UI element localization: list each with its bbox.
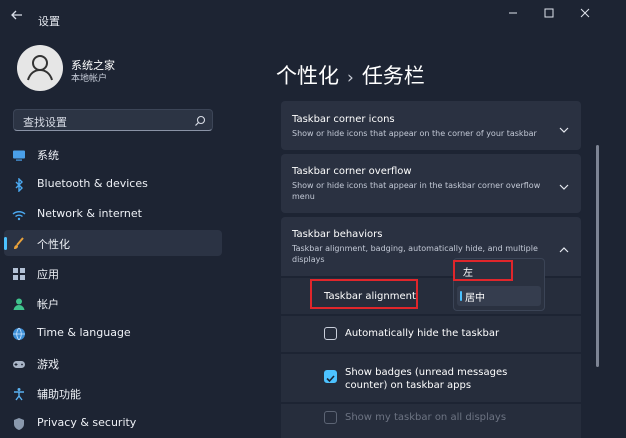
sidebar-item-label: Privacy & security — [37, 416, 137, 429]
auto-hide-checkbox[interactable] — [324, 327, 337, 340]
search-icon — [193, 113, 207, 127]
breadcrumb: 个性化 › 任务栏 — [276, 60, 425, 90]
dropdown-option-label: 居中 — [465, 293, 485, 304]
badges-checkbox[interactable] — [324, 370, 337, 383]
shield-icon — [12, 416, 26, 430]
avatar[interactable] — [17, 45, 63, 91]
badges-label: Show badges (unread messages counter) on… — [345, 367, 508, 391]
breadcrumb-parent[interactable]: 个性化 — [276, 64, 339, 88]
sidebar-item-time-language[interactable]: Time & language — [4, 320, 222, 346]
search-placeholder: 查找设置 — [23, 116, 67, 129]
brush-icon — [12, 236, 26, 250]
chevron-up-icon — [558, 241, 570, 253]
sidebar-item-gaming[interactable]: 游戏 — [4, 350, 222, 376]
title-bar: 设置 — [0, 0, 626, 38]
sidebar-item-network[interactable]: Network & internet — [4, 201, 222, 227]
section-title: Taskbar corner overflow — [292, 166, 412, 177]
sidebar-item-label: 帐户 — [37, 298, 59, 311]
gamepad-icon — [12, 356, 26, 370]
section-taskbar-corner-overflow[interactable]: Taskbar corner overflow Show or hide ico… — [281, 154, 581, 213]
selection-indicator — [4, 237, 7, 250]
breadcrumb-separator: › — [347, 68, 354, 88]
sidebar-item-label: Bluetooth & devices — [37, 177, 148, 190]
wifi-icon — [12, 207, 26, 221]
highlight-box-left-option — [453, 260, 513, 281]
app-title: 设置 — [38, 15, 60, 28]
checkmark-icon — [326, 375, 335, 383]
auto-hide-label: Automatically hide the taskbar — [345, 328, 500, 339]
section-description: Show or hide icons that appear in the ta… — [292, 181, 541, 201]
apps-icon — [12, 266, 26, 280]
sidebar-item-label: 辅助功能 — [37, 388, 81, 401]
maximize-button[interactable] — [536, 6, 562, 26]
dropdown-option-center[interactable]: 居中 — [457, 286, 541, 306]
sidebar-item-label: 游戏 — [37, 358, 59, 371]
sidebar-item-privacy[interactable]: Privacy & security — [4, 410, 222, 436]
all-displays-label: Show my taskbar on all displays — [345, 412, 507, 423]
section-description: Show or hide icons that appear on the co… — [292, 129, 537, 138]
sidebar-item-accounts[interactable]: 帐户 — [4, 290, 222, 316]
bluetooth-icon — [12, 177, 26, 193]
selected-indicator — [460, 291, 462, 301]
sidebar-item-accessibility[interactable]: 辅助功能 — [4, 380, 222, 406]
highlight-box-alignment — [310, 279, 418, 309]
account-icon — [12, 296, 26, 310]
sidebar-item-personalization[interactable]: 个性化 — [4, 230, 222, 256]
sidebar-item-system[interactable]: 系统 — [4, 141, 222, 167]
page-title: 任务栏 — [361, 64, 425, 88]
sidebar-item-apps[interactable]: 应用 — [4, 260, 222, 286]
sidebar-item-bluetooth[interactable]: Bluetooth & devices — [4, 171, 222, 197]
all-displays-checkbox[interactable] — [324, 411, 337, 424]
accessibility-icon — [12, 386, 26, 401]
sidebar-item-label: Time & language — [37, 326, 131, 339]
globe-icon — [12, 326, 26, 341]
scrollbar[interactable] — [596, 145, 599, 367]
close-button[interactable] — [572, 6, 598, 26]
sidebar-item-label: 个性化 — [37, 238, 70, 251]
minimize-button[interactable] — [500, 6, 526, 26]
section-taskbar-corner-icons[interactable]: Taskbar corner icons Show or hide icons … — [281, 101, 581, 150]
person-icon — [27, 55, 53, 81]
section-title: Taskbar corner icons — [292, 114, 395, 125]
sidebar-item-label: 应用 — [37, 268, 59, 281]
sidebar-item-label: 系统 — [37, 149, 59, 162]
chevron-down-icon — [558, 121, 570, 133]
chevron-down-icon — [558, 178, 570, 190]
account-type: 本地帐户 — [71, 74, 108, 84]
sidebar-item-label: Network & internet — [37, 207, 142, 220]
system-icon — [12, 147, 26, 161]
back-arrow-icon[interactable] — [10, 8, 30, 28]
search-input[interactable]: 查找设置 — [13, 109, 213, 131]
section-title: Taskbar behaviors — [292, 229, 383, 240]
